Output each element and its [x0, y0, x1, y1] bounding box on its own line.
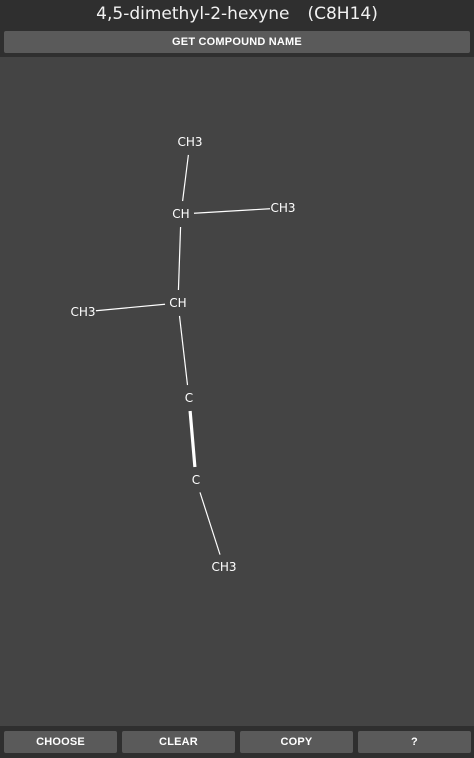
app-window: 4,5-dimethyl-2-hexyne (C8H14) GET COMPOU…	[0, 0, 474, 758]
drawing-canvas[interactable]: CH3 CH CH3 CH CH3 C C CH3	[0, 57, 474, 726]
atom-label-a6[interactable]: C	[185, 391, 193, 405]
copy-button[interactable]: COPY	[240, 731, 353, 753]
atom-label-a4[interactable]: CH	[169, 296, 186, 310]
compound-name: 4,5-dimethyl-2-hexyne	[96, 4, 289, 24]
bond-a1-a2[interactable]	[183, 155, 189, 201]
clear-button[interactable]: CLEAR	[122, 731, 235, 753]
help-button[interactable]: ?	[358, 731, 471, 753]
compound-formula: (C8H14)	[307, 4, 377, 24]
compound-title: 4,5-dimethyl-2-hexyne (C8H14)	[0, 0, 474, 28]
bond-a6-a7[interactable]	[190, 411, 195, 467]
atom-label-a2[interactable]: CH	[172, 207, 189, 221]
choose-button[interactable]: CHOOSE	[4, 731, 117, 753]
bottom-toolbar: CHOOSE CLEAR COPY ?	[0, 726, 474, 758]
bond-a2-a3[interactable]	[194, 209, 270, 213]
molecule-drawing: CH3 CH CH3 CH CH3 C C CH3	[0, 57, 474, 726]
atom-label-a5[interactable]: CH3	[70, 305, 95, 319]
get-compound-name-button[interactable]: GET COMPOUND NAME	[4, 31, 470, 53]
atom-label-a1[interactable]: CH3	[177, 135, 202, 149]
bond-a7-a8[interactable]	[200, 492, 220, 554]
atom-label-a8[interactable]: CH3	[211, 560, 236, 574]
atom-label-a7[interactable]: C	[192, 473, 200, 487]
atom-label-a3[interactable]: CH3	[270, 201, 295, 215]
bond-a2-a4[interactable]	[178, 227, 180, 290]
bond-a4-a6[interactable]	[179, 316, 187, 385]
bond-a4-a5[interactable]	[96, 304, 165, 311]
